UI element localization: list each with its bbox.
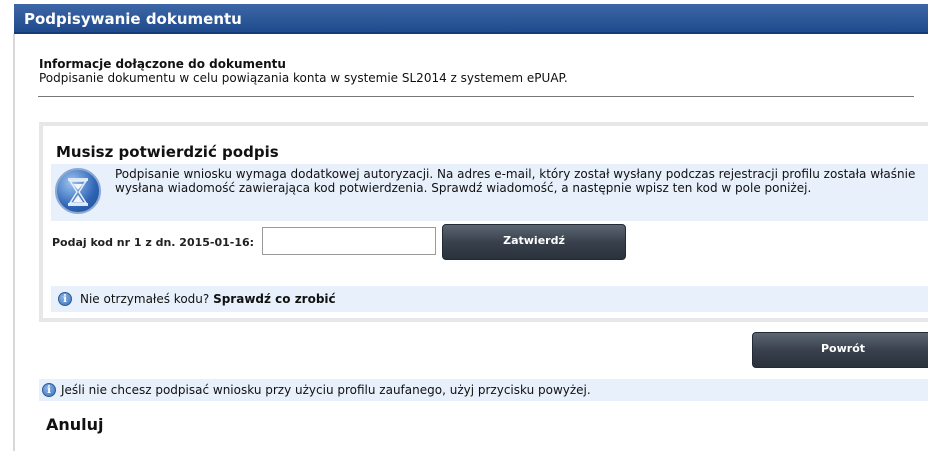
document-info-title: Informacje dołączone do dokumentu bbox=[39, 57, 286, 71]
info-icon: i bbox=[58, 292, 72, 306]
page-title: Podpisywanie dokumentu bbox=[24, 10, 242, 28]
divider bbox=[38, 96, 914, 97]
bottom-info-text: Jeśli nie chcesz podpisać wniosku przy u… bbox=[61, 383, 591, 397]
authorization-notice: Podpisanie wniosku wymaga dodatkowej aut… bbox=[51, 164, 928, 221]
code-input[interactable] bbox=[262, 227, 436, 255]
panel-title: Musisz potwierdzić podpis bbox=[56, 143, 279, 161]
document-info-text: Podpisanie dokumentu w celu powiązania k… bbox=[39, 71, 568, 85]
help-question: Nie otrzymałeś kodu? bbox=[80, 292, 210, 306]
left-border bbox=[13, 34, 15, 451]
back-button[interactable]: Powrót bbox=[752, 332, 928, 368]
cancel-link[interactable]: Anuluj bbox=[46, 415, 104, 434]
help-text: Nie otrzymałeś kodu? Sprawdź co zrobić bbox=[80, 292, 336, 306]
page-header: Podpisywanie dokumentu bbox=[14, 4, 928, 34]
confirm-signature-panel: Musisz potwierdzić podpis Podpisanie wni… bbox=[39, 122, 928, 322]
help-link[interactable]: Sprawdź co zrobić bbox=[213, 292, 336, 306]
confirm-button[interactable]: Zatwierdź bbox=[442, 224, 626, 260]
bottom-info: i Jeśli nie chcesz podpisać wniosku przy… bbox=[39, 379, 928, 401]
hourglass-icon bbox=[55, 168, 101, 214]
help-row: i Nie otrzymałeś kodu? Sprawdź co zrobić bbox=[51, 286, 928, 312]
info-icon: i bbox=[42, 383, 56, 397]
code-label: Podaj kod nr 1 z dn. 2015-01-16: bbox=[52, 236, 255, 249]
notice-text: Podpisanie wniosku wymaga dodatkowej aut… bbox=[115, 167, 916, 195]
